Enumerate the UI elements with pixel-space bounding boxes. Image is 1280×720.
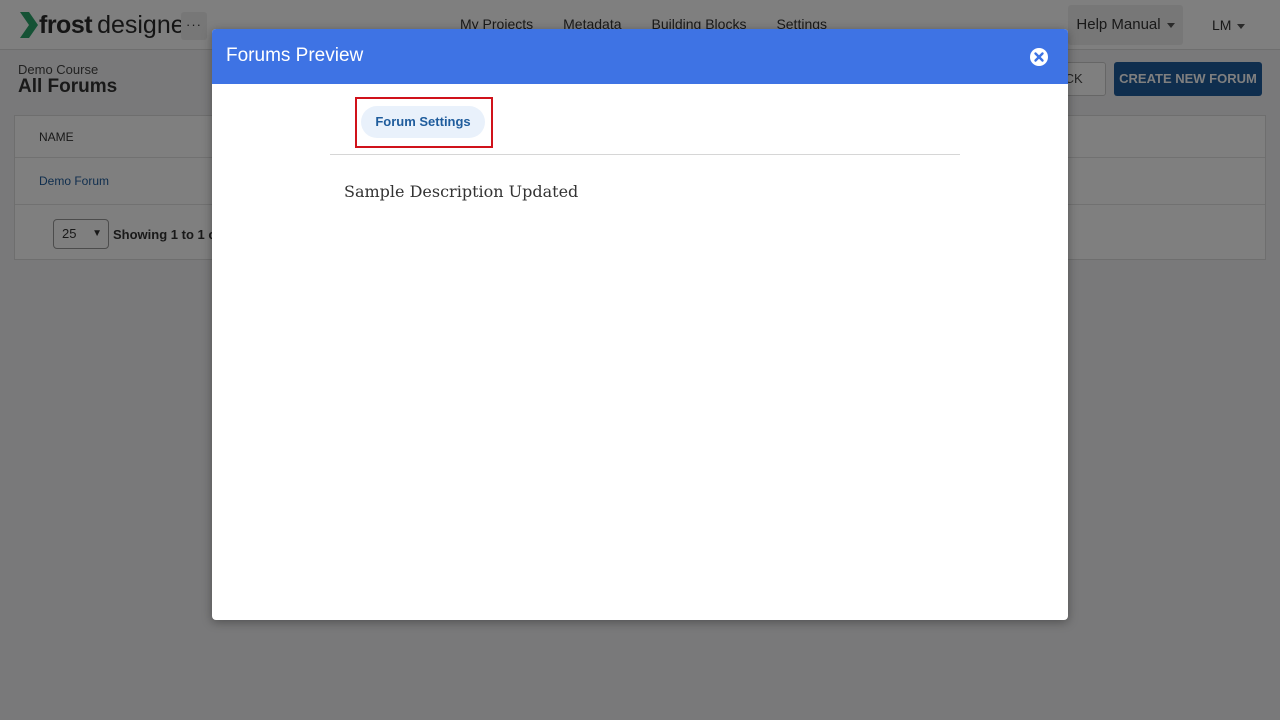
close-icon (1034, 52, 1044, 62)
tab-forum-settings[interactable]: Forum Settings (361, 106, 485, 138)
modal-header: Forums Preview (212, 29, 1068, 84)
forum-description: Sample Description Updated (344, 182, 579, 201)
forums-preview-modal: Forums Preview Forum Settings Sample Des… (212, 29, 1068, 620)
modal-tabs: Forum Settings (330, 97, 960, 155)
close-modal-button[interactable] (1030, 48, 1048, 66)
modal-title: Forums Preview (226, 45, 364, 66)
